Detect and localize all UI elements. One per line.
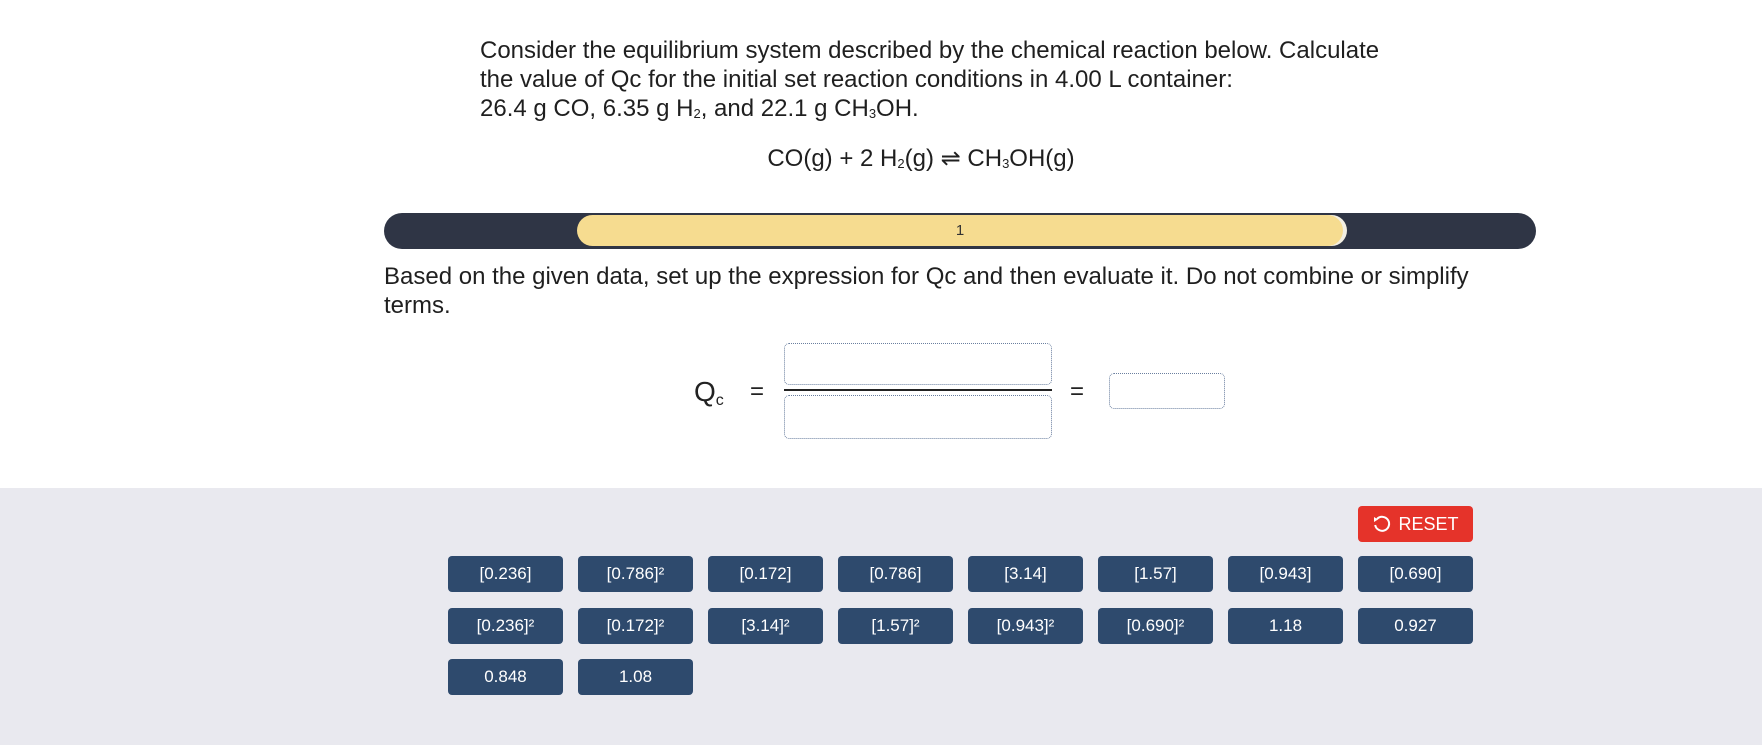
question-line-1: Consider the equilibrium system describe… [480,37,1380,64]
step-progress-bar: 1 [384,213,1536,249]
answer-tile[interactable]: [0.690]² [1098,608,1213,644]
reaction-part: OH(g) [1009,145,1075,172]
numerator-drop-zone[interactable] [784,343,1052,385]
qc-subscript: c [715,392,724,409]
equals-sign-1: = [750,378,765,405]
question-line-3-part: 26.4 g CO, 6.35 g H [480,95,694,122]
step-progress-fill: 1 [577,215,1343,246]
answer-tile[interactable]: 0.848 [448,659,563,695]
qc-label: Qc [694,376,724,410]
reaction-equation: CO(g) + 2 H2(g) ⇌ CH3OH(g) [0,144,1762,173]
equals-sign-2: = [1070,378,1085,405]
page: Consider the equilibrium system describe… [0,0,1762,745]
answer-tile[interactable]: 1.08 [578,659,693,695]
answer-tile[interactable]: [0.236] [448,556,563,592]
answer-tile[interactable]: [1.57]² [838,608,953,644]
qc-letter: Q [694,376,716,407]
answer-tile[interactable]: [0.786]² [578,556,693,592]
question-text: Consider the equilibrium system describe… [480,36,1480,128]
question-line-3: 26.4 g CO, 6.35 g H2, and 22.1 g CH3OH. [480,94,1480,128]
answer-tile[interactable]: [0.690] [1358,556,1473,592]
answer-tile[interactable]: [0.786] [838,556,953,592]
step-number: 1 [955,222,965,239]
subscript: 3 [868,106,877,121]
answer-tile[interactable]: 0.927 [1358,608,1473,644]
answer-tile[interactable]: [1.57] [1098,556,1213,592]
answer-tile[interactable]: [0.172] [708,556,823,592]
answer-tile[interactable]: [0.172]² [578,608,693,644]
reset-label: RESET [1398,513,1459,534]
result-drop-zone[interactable] [1109,373,1225,409]
answer-tile[interactable]: 1.18 [1228,608,1343,644]
question-line-3-part: , and 22.1 g CH [700,95,869,122]
reaction-part: CO(g) + 2 H [767,145,898,172]
denominator-drop-zone[interactable] [784,395,1052,439]
reaction-part: (g) ⇌ CH [904,145,1003,172]
question-line-3-part: OH. [876,95,919,122]
subscript: 2 [693,106,701,121]
answer-tile[interactable]: [3.14] [968,556,1083,592]
question-line-2: the value of Qc for the initial set reac… [480,66,1233,93]
instruction-text: Based on the given data, set up the expr… [384,263,1469,319]
answer-tile[interactable]: [0.943] [1228,556,1343,592]
undo-icon [1374,515,1391,532]
fraction-bar [784,389,1052,391]
reset-button[interactable]: RESET [1358,506,1473,542]
answer-tile[interactable]: [3.14]² [708,608,823,644]
answer-tile[interactable]: [0.943]² [968,608,1083,644]
subscript: 2 [897,156,905,171]
answer-tile[interactable]: [0.236]² [448,608,563,644]
